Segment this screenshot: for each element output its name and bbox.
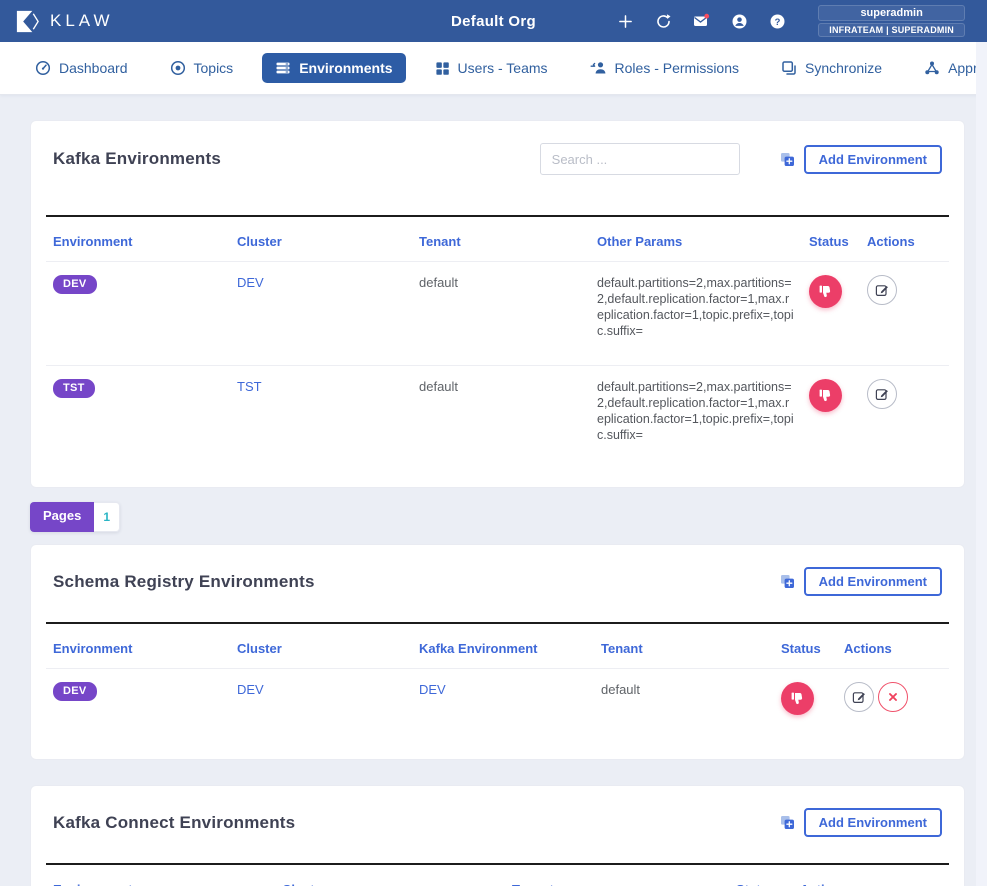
- tenant-value: default: [419, 379, 458, 394]
- col-status: Status: [774, 624, 837, 669]
- cluster-link[interactable]: DEV: [237, 275, 264, 290]
- table-row: DEV DEV DEV default: [46, 669, 949, 742]
- nav-tab-label: Synchronize: [805, 60, 882, 76]
- nav-tab-topics[interactable]: Topics: [157, 53, 247, 83]
- col-environment: Environment: [46, 865, 275, 886]
- brand-name: KLAW: [50, 11, 114, 31]
- add-environment-icon: [780, 152, 795, 167]
- env-badge: DEV: [53, 682, 97, 701]
- kafka-connect-title: Kafka Connect Environments: [53, 813, 780, 833]
- other-params-value: default.partitions=2,max.partitions=2,de…: [597, 379, 795, 443]
- add-environment-icon: [780, 815, 795, 830]
- klaw-logo-icon: [14, 8, 41, 35]
- connect-environments-table: Environment Cluster Tenant Status Action…: [46, 865, 949, 886]
- status-thumbs-down-button[interactable]: [781, 682, 814, 715]
- user-team-role: INFRATEAM | SUPERADMIN: [818, 23, 965, 37]
- schema-environments-table: Environment Cluster Kafka Environment Te…: [46, 624, 949, 741]
- cluster-link[interactable]: DEV: [237, 682, 264, 697]
- pagination: Pages 1: [30, 502, 120, 532]
- col-cluster: Cluster: [230, 624, 412, 669]
- kafka-environments-table: Environment Cluster Tenant Other Params …: [46, 217, 949, 469]
- help-icon[interactable]: ?: [766, 10, 788, 32]
- topics-target-icon: [170, 60, 186, 76]
- nav-tab-users-teams[interactable]: Users - Teams: [422, 53, 561, 83]
- col-tenant: Tenant: [412, 217, 590, 262]
- cluster-link[interactable]: TST: [237, 379, 262, 394]
- col-kafka-environment: Kafka Environment: [412, 624, 594, 669]
- nav-tab-dashboard[interactable]: Dashboard: [22, 53, 141, 83]
- kafka-connect-environments-card: Kafka Connect Environments Add Environme…: [30, 785, 965, 886]
- pages-label: Pages: [30, 502, 94, 532]
- kafka-environments-card: Kafka Environments Add Environment Envir…: [30, 120, 965, 488]
- tenant-value: default: [601, 682, 640, 697]
- synchronize-copy-icon: [781, 60, 797, 76]
- nav-tab-label: Roles - Permissions: [615, 60, 739, 76]
- col-cluster: Cluster: [230, 217, 412, 262]
- refresh-icon[interactable]: [652, 10, 674, 32]
- col-other-params: Other Params: [590, 217, 802, 262]
- status-thumbs-down-button[interactable]: [809, 275, 842, 308]
- delete-button[interactable]: [878, 682, 908, 712]
- tenant-value: default: [419, 275, 458, 290]
- add-environment-icon: [780, 574, 795, 589]
- mail-icon[interactable]: [690, 10, 712, 32]
- approve-network-icon: [924, 60, 940, 76]
- nav-tab-environments[interactable]: Environments: [262, 53, 405, 83]
- edit-button[interactable]: [844, 682, 874, 712]
- table-row: DEV DEV default default.partitions=2,max…: [46, 262, 949, 366]
- kafka-environment-link[interactable]: DEV: [419, 682, 446, 697]
- dashboard-gauge-icon: [35, 60, 51, 76]
- col-actions: Actions: [793, 865, 949, 886]
- col-tenant: Tenant: [505, 865, 729, 886]
- col-actions: Actions: [860, 217, 949, 262]
- svg-text:?: ?: [774, 16, 780, 27]
- nav-tab-label: Dashboard: [59, 60, 128, 76]
- add-environment-button[interactable]: Add Environment: [804, 567, 942, 596]
- profile-icon[interactable]: [728, 10, 750, 32]
- notification-dot: [705, 14, 710, 19]
- nav-tab-roles-permissions[interactable]: Roles - Permissions: [577, 53, 752, 83]
- env-badge: DEV: [53, 275, 97, 294]
- add-request-icon[interactable]: [614, 10, 636, 32]
- add-environment-button[interactable]: Add Environment: [804, 145, 942, 174]
- table-row: TST TST default default.partitions=2,max…: [46, 366, 949, 470]
- nav-tab-label: Topics: [194, 60, 234, 76]
- main-navigation: Dashboard Topics Environments: [0, 42, 987, 95]
- schema-registry-title: Schema Registry Environments: [53, 572, 780, 592]
- edit-button[interactable]: [867, 275, 897, 305]
- other-params-value: default.partitions=2,max.partitions=2,de…: [597, 275, 795, 339]
- users-teams-grid-icon: [435, 61, 450, 76]
- kafka-environments-title: Kafka Environments: [53, 149, 540, 169]
- col-environment: Environment: [46, 217, 230, 262]
- top-header-bar: KLAW Default Org: [0, 0, 987, 42]
- col-status: Status: [802, 217, 860, 262]
- roles-person-key-icon: [590, 60, 607, 76]
- schema-registry-environments-card: Schema Registry Environments Add Environ…: [30, 544, 965, 760]
- col-status: Status: [729, 865, 793, 886]
- col-cluster: Cluster: [275, 865, 505, 886]
- brand[interactable]: KLAW: [14, 8, 114, 35]
- col-tenant: Tenant: [594, 624, 774, 669]
- search-input[interactable]: [540, 143, 740, 175]
- status-thumbs-down-button[interactable]: [809, 379, 842, 412]
- user-name: superadmin: [818, 5, 965, 21]
- nav-tab-label: Environments: [299, 60, 392, 76]
- nav-tab-label: Users - Teams: [458, 60, 548, 76]
- add-environment-button[interactable]: Add Environment: [804, 808, 942, 837]
- nav-tab-synchronize[interactable]: Synchronize: [768, 53, 895, 83]
- scrollbar[interactable]: [976, 42, 987, 886]
- env-badge: TST: [53, 379, 95, 398]
- page-1-button[interactable]: 1: [94, 502, 120, 532]
- environments-stack-icon: [275, 60, 291, 76]
- edit-button[interactable]: [867, 379, 897, 409]
- col-environment: Environment: [46, 624, 230, 669]
- col-actions: Actions: [837, 624, 949, 669]
- user-info[interactable]: superadmin INFRATEAM | SUPERADMIN: [818, 5, 965, 37]
